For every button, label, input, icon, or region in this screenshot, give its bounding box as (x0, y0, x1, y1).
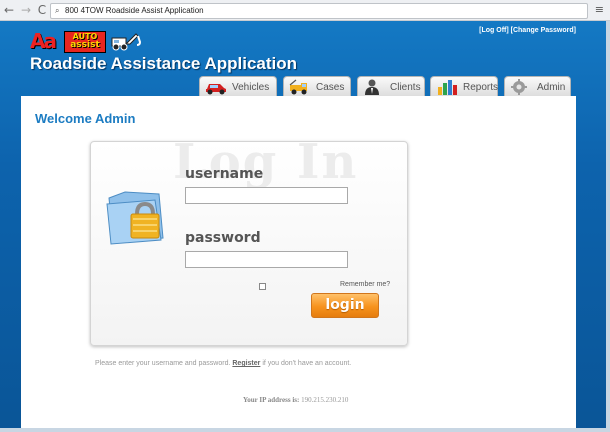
search-icon: ⌕ (55, 6, 60, 15)
ip-value: 190.215.230.210 (301, 396, 349, 404)
help-suffix: if you don't have an account. (262, 360, 352, 367)
bar-chart-icon (438, 80, 457, 95)
tab-reports[interactable]: Reports (430, 76, 498, 97)
browser-toolbar: ← → C ⌕ 800 4TOW Roadside Assist Applica… (0, 0, 610, 21)
tab-clients-label: Clients (390, 82, 421, 93)
person-icon (365, 79, 379, 95)
tab-reports-label: Reports (463, 82, 499, 93)
back-arrow-icon[interactable]: ← (3, 3, 15, 17)
tab-cases[interactable]: Cases (283, 76, 351, 97)
browser-menu-icon[interactable]: ≡ (595, 3, 604, 17)
register-link[interactable]: Register (232, 360, 260, 367)
logo-assist-text: assist (70, 40, 100, 50)
tow-truck-logo-icon (111, 33, 142, 51)
reload-icon[interactable]: C (36, 3, 48, 17)
address-bar[interactable]: ⌕ 800 4TOW Roadside Assist Application (50, 3, 588, 19)
ip-address-line: Your IP address is: 190.215.230.210 (243, 396, 348, 404)
tab-admin-label: Admin (537, 82, 566, 93)
log-off-link[interactable]: [Log Off] (479, 27, 509, 34)
car-icon (206, 84, 226, 95)
address-text: 800 4TOW Roadside Assist Application (65, 6, 204, 15)
tab-vehicles-label: Vehicles (232, 82, 270, 93)
tab-admin[interactable]: Admin (504, 76, 571, 97)
tab-vehicles[interactable]: Vehicles (199, 76, 277, 97)
change-password-link[interactable]: [Change Password] (511, 27, 576, 34)
username-input[interactable] (185, 187, 348, 204)
page-bottom-edge (0, 428, 610, 432)
welcome-heading: Welcome Admin (35, 111, 136, 126)
remember-me-label: Remember me? (340, 281, 391, 288)
login-help-text: Please enter your username and password.… (95, 360, 351, 367)
lock-folder-icon (106, 191, 164, 245)
tab-cases-label: Cases (316, 82, 345, 93)
remember-me-checkbox[interactable] (259, 283, 266, 290)
app-title: Roadside Assistance Application (30, 54, 298, 73)
login-panel: Log In username password Remember me? lo… (90, 141, 408, 346)
login-button[interactable]: login (311, 293, 379, 318)
password-label: password (185, 230, 261, 246)
forward-arrow-icon[interactable]: → (20, 3, 32, 17)
logo-wordmark: AUTO assist (64, 31, 106, 53)
help-prefix: Please enter your username and password. (95, 360, 231, 367)
ip-label: Your IP address is: (243, 396, 300, 404)
page-scroll-edge (606, 21, 610, 432)
tow-truck-icon (289, 79, 307, 95)
password-input[interactable] (185, 251, 348, 268)
account-links: [Log Off] [Change Password] (479, 27, 576, 34)
logo-aa-mark: Aa (30, 29, 57, 53)
username-label: username (185, 166, 264, 182)
gear-icon (511, 79, 527, 95)
main-content: Welcome Admin Log In username password R… (21, 96, 576, 428)
tab-clients[interactable]: Clients (357, 76, 425, 97)
